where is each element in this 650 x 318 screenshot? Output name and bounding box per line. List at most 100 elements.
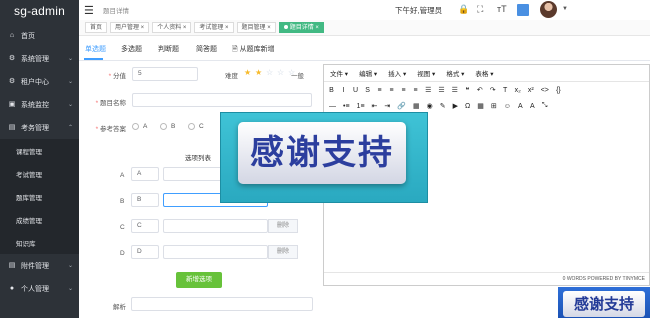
theme-icon[interactable] xyxy=(517,4,529,16)
image-icon[interactable]: ▦ xyxy=(413,102,420,110)
sidebar: sg-admin ⌂ 首页 ⚙ 系统管理 ⌄ ⚙ 租户中心 ⌄ ▣ 系统监控 ⌄… xyxy=(0,0,79,318)
blockquote-icon[interactable]: ❝ xyxy=(465,86,470,94)
exam-icon: ▤ xyxy=(8,123,16,131)
font-color-icon[interactable]: A xyxy=(518,103,523,110)
font-size-icon[interactable]: ᴛT xyxy=(497,4,507,14)
editor-menu-file[interactable]: 文件 ▾ xyxy=(330,68,348,78)
question-type-tabs: 单选题 多选题 判断题 简答题 🗎 从题库新增 xyxy=(79,36,650,61)
editor-menu-table[interactable]: 表格 ▾ xyxy=(475,68,493,78)
sidebar-item-label: 考务管理 xyxy=(21,124,49,132)
star-empty-icon[interactable]: ☆ xyxy=(277,68,284,77)
answer-radio-c[interactable] xyxy=(188,123,195,130)
bullet-list-icon[interactable]: •≡ xyxy=(343,103,350,110)
code-block-icon[interactable]: {} xyxy=(556,87,561,94)
analysis-input[interactable] xyxy=(131,297,313,311)
grid-icon[interactable]: ⊞ xyxy=(491,102,497,110)
subscript-icon[interactable]: x₂ xyxy=(515,87,521,94)
underline-icon[interactable]: U xyxy=(353,87,358,94)
thanks-banner-card: 感谢支持 xyxy=(563,291,645,317)
question-name-input[interactable] xyxy=(132,93,312,107)
highlight-icon[interactable]: A xyxy=(530,103,535,110)
delete-option-button[interactable]: 删除 xyxy=(268,245,298,259)
star-filled-icon[interactable]: ★ xyxy=(244,68,251,77)
fullscreen-icon[interactable]: ⤡ xyxy=(542,102,548,110)
tab-add-from-bank[interactable]: 🗎 从题库新增 xyxy=(232,44,275,56)
caret-down-icon[interactable]: ▼ xyxy=(562,6,568,12)
tab-multiple-choice[interactable]: 多选题 xyxy=(121,44,142,54)
option-letter: A xyxy=(120,172,125,179)
sidebar-item-personal[interactable]: ● 个人管理 ⌄ xyxy=(0,277,79,300)
editor-menu-format[interactable]: 格式 ▾ xyxy=(446,68,464,78)
sidebar-item-exam[interactable]: ▤ 考务管理 ⌃ xyxy=(0,116,79,139)
delete-option-button[interactable]: 删除 xyxy=(268,219,298,233)
video-icon[interactable]: ▶ xyxy=(453,102,458,110)
horizontal-rule-icon[interactable]: — xyxy=(329,103,336,110)
numbered-list-icon[interactable]: 1≡ xyxy=(357,103,365,110)
star-filled-icon[interactable]: ★ xyxy=(255,68,262,77)
tab-question-detail[interactable]: 题目详情 × xyxy=(278,22,324,33)
table-icon[interactable]: ▦ xyxy=(477,102,484,110)
align-center-icon[interactable]: ≡ xyxy=(389,87,394,94)
editor-menu-view[interactable]: 视图 ▾ xyxy=(417,68,435,78)
indent-icon[interactable]: ⇥ xyxy=(384,102,390,110)
tab-home[interactable]: 首页 xyxy=(85,22,108,33)
media-icon[interactable]: ◉ xyxy=(427,102,433,110)
sidebar-item-system[interactable]: ⚙ 系统管理 ⌄ xyxy=(0,47,79,70)
tab-profile[interactable]: 个人资料 × xyxy=(152,22,192,33)
italic-icon[interactable]: I xyxy=(341,87,346,94)
tab-question-management[interactable]: 题目管理 × xyxy=(236,22,276,33)
tab-exam-management[interactable]: 考试管理 × xyxy=(194,22,234,33)
tab-single-choice[interactable]: 单选题 xyxy=(85,44,106,54)
option-key-input[interactable]: C xyxy=(131,219,159,233)
sidebar-item-label: 个人管理 xyxy=(21,285,49,293)
bold-icon[interactable]: B xyxy=(329,87,334,94)
code-icon[interactable]: <> xyxy=(541,87,549,94)
sidebar-item-attachment[interactable]: ▤ 附件管理 ⌄ xyxy=(0,254,79,277)
option-content-input[interactable] xyxy=(163,219,268,233)
fullscreen-icon[interactable]: ⛶ xyxy=(477,4,483,15)
clear-format-icon[interactable]: T xyxy=(503,87,508,94)
add-option-button[interactable]: 新增选项 xyxy=(176,272,222,288)
sidebar-subitem-knowledge[interactable]: 知识库 xyxy=(0,231,79,254)
outdent-icon[interactable]: ⇤ xyxy=(372,102,378,110)
sidebar-subitem-scores[interactable]: 成绩管理 xyxy=(0,208,79,231)
sidebar-subitem-course[interactable]: 课程管理 xyxy=(0,139,79,162)
option-key-input[interactable]: A xyxy=(131,167,159,181)
editor-statusbar: 0 WORDS POWERED BY TINYMCE xyxy=(324,272,649,285)
editor-menu-insert[interactable]: 插入 ▾ xyxy=(388,68,406,78)
list-icon[interactable]: ☰ xyxy=(452,86,458,94)
tab-short-answer[interactable]: 简答题 xyxy=(196,44,217,54)
score-input[interactable]: 5 xyxy=(132,67,198,81)
undo-icon[interactable]: ↶ xyxy=(477,86,483,94)
indent-list-icon[interactable]: ☰ xyxy=(425,86,431,94)
emoji-icon[interactable]: ☺ xyxy=(504,103,511,110)
strikethrough-icon[interactable]: S xyxy=(365,87,370,94)
option-content-input[interactable] xyxy=(163,245,268,259)
align-justify-icon[interactable]: ≡ xyxy=(413,87,418,94)
outdent-list-icon[interactable]: ☰ xyxy=(438,86,444,94)
sidebar-item-home[interactable]: ⌂ 首页 xyxy=(0,24,79,47)
link-icon[interactable]: 🔗 xyxy=(397,102,406,110)
align-left-icon[interactable]: ≡ xyxy=(377,87,382,94)
sidebar-item-tenant[interactable]: ⚙ 租户中心 ⌄ xyxy=(0,70,79,93)
lock-icon[interactable]: 🔒 xyxy=(458,4,469,15)
sidebar-subitem-question-bank[interactable]: 题库管理 xyxy=(0,185,79,208)
edit-icon[interactable]: ✎ xyxy=(440,102,446,110)
answer-radio-b[interactable] xyxy=(160,123,167,130)
tab-user-management[interactable]: 用户管理 × xyxy=(110,22,150,33)
avatar[interactable] xyxy=(540,1,557,18)
sidebar-subitem-exam[interactable]: 考试管理 xyxy=(0,162,79,185)
special-char-icon[interactable]: Ω xyxy=(465,103,470,110)
menu-toggle-icon[interactable]: ☰ xyxy=(84,4,98,17)
answer-radio-a[interactable] xyxy=(132,123,139,130)
option-key-input[interactable]: D xyxy=(131,245,159,259)
superscript-icon[interactable]: x² xyxy=(528,87,534,94)
greeting-text: 下午好,管理员 xyxy=(395,6,443,15)
editor-menu-edit[interactable]: 编辑 ▾ xyxy=(359,68,377,78)
sidebar-item-monitor[interactable]: ▣ 系统监控 ⌄ xyxy=(0,93,79,116)
option-key-input[interactable]: B xyxy=(131,193,159,207)
redo-icon[interactable]: ↷ xyxy=(490,86,496,94)
star-empty-icon[interactable]: ☆ xyxy=(266,68,273,77)
align-right-icon[interactable]: ≡ xyxy=(401,87,406,94)
tab-true-false[interactable]: 判断题 xyxy=(158,44,179,54)
